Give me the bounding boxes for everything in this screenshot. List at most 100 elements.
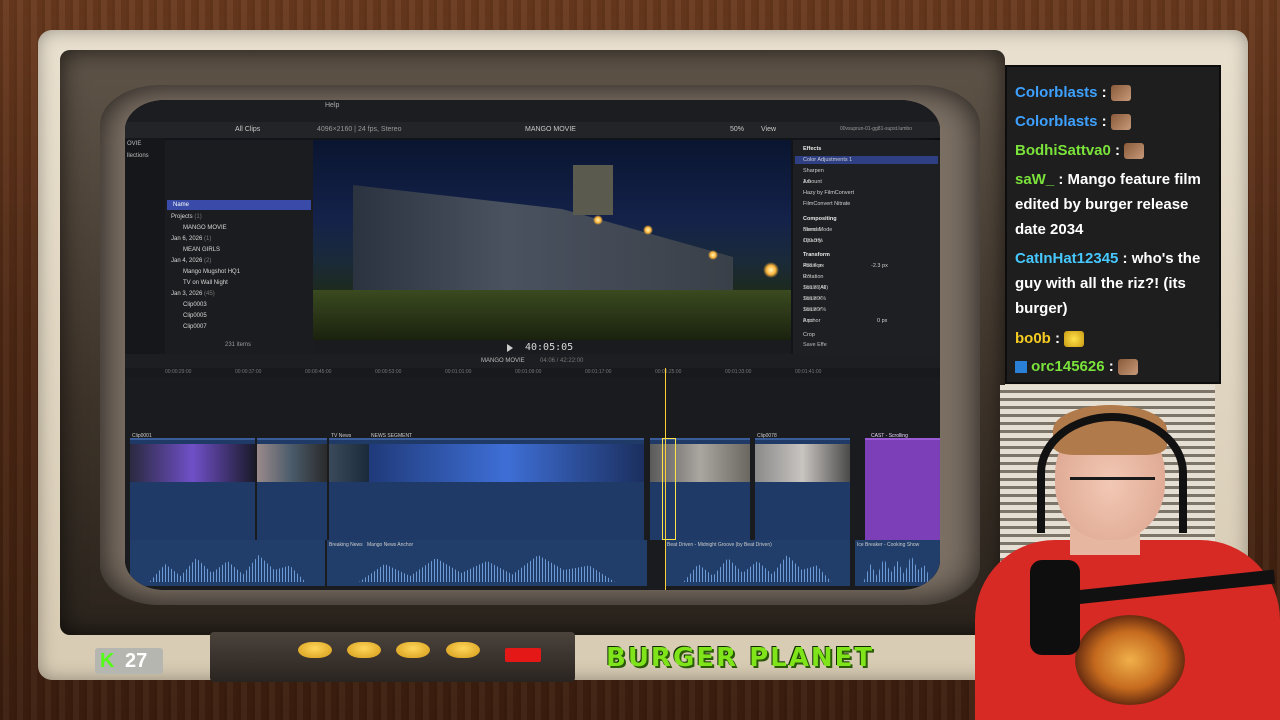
crop-header: Crop: [803, 332, 815, 338]
browser-row[interactable]: TV on Wall Night: [183, 280, 228, 286]
scale-all-value[interactable]: 160.39 %: [803, 285, 936, 291]
menu-help[interactable]: Help: [325, 102, 339, 109]
scale-y-value[interactable]: 160.39 %: [803, 307, 936, 313]
chat-username: BodhiSattva0: [1015, 142, 1111, 159]
timeline-clip[interactable]: NEWS SEGMENT: [369, 433, 644, 540]
emote-icon: [1064, 331, 1085, 348]
opacity-value[interactable]: 100.0 %: [803, 238, 936, 244]
editor-toolbar: All Clips 4096×2160 | 24 fps, Stereo MAN…: [125, 122, 940, 138]
audio-clip[interactable]: Ice Breaker - Cooking Show: [855, 540, 940, 586]
ruler-tick: 00:01:33:00: [725, 369, 752, 375]
compositing-header: Compositing: [803, 216, 837, 222]
shirt-burger-graphic: [1075, 615, 1185, 705]
chat-username: CatInHat12345: [1015, 250, 1119, 267]
library-filter[interactable]: All Clips: [235, 126, 260, 133]
ruler-tick: 00:01:41:00: [795, 369, 822, 375]
effects-header: Effects: [803, 146, 822, 152]
burger-planet-title: BURGER PLANET: [606, 643, 875, 673]
browser-row[interactable]: Jan 4, 2026 (2): [171, 258, 211, 264]
ruler-tick: 00:00:29:00: [165, 369, 192, 375]
timeline-clip[interactable]: TV News: [329, 433, 369, 540]
emote-icon: [1124, 143, 1145, 160]
wall-light: [643, 225, 653, 235]
timeline-clip[interactable]: CAST - Scrolling: [865, 433, 940, 540]
chat-username: bo0b: [1015, 330, 1051, 347]
browser-row[interactable]: Clip0007: [183, 324, 207, 330]
amount-value[interactable]: 1.0: [803, 179, 936, 185]
kick-logo-icon: K: [100, 650, 115, 672]
menu-bar: Help: [125, 100, 940, 122]
inspector-file: 00vsuprun-01-gg81-supst.lumbo: [840, 126, 912, 132]
effect-sharpen[interactable]: Sharpen: [803, 168, 824, 174]
chat-username: orc145626: [1031, 358, 1105, 375]
chat-message: BodhiSattva0 :: [1015, 138, 1215, 163]
prison-wall: [353, 185, 733, 305]
guard-tower: [573, 165, 613, 215]
blend-mode-select[interactable]: Normal: [803, 227, 936, 233]
chat-panel: Colorblasts : Colorblasts : BodhiSattva0…: [1005, 65, 1221, 384]
timecode-display: 40:05:05: [525, 342, 574, 353]
ground: [313, 290, 791, 340]
audio-clip[interactable]: Beat Driven - Midnight Groove (by Beat D…: [665, 540, 850, 586]
browser-row[interactable]: Jan 3, 2026 (45): [171, 291, 215, 297]
position-y[interactable]: 488.4 px: [803, 263, 936, 269]
timeline-duration: 04:06 / 42:22:00: [540, 358, 584, 364]
transform-header: Transform: [803, 252, 830, 258]
video-viewer[interactable]: [313, 140, 791, 340]
timeline[interactable]: Clip0001 TV News NEWS SEGMENT Clip0078 C…: [125, 378, 940, 590]
timeline-toolbar: MANGO MOVIE 04:06 / 42:22:00: [125, 354, 940, 368]
timeline-clip[interactable]: Clip0078: [755, 433, 850, 540]
emote-icon: [1117, 359, 1138, 376]
ruler-tick: 00:01:01:00: [445, 369, 472, 375]
sidebar-item-collections[interactable]: llections: [125, 150, 165, 162]
wall-light: [708, 250, 718, 260]
deck-knob: [446, 642, 480, 658]
chat-message: Colorblasts :: [1015, 109, 1215, 134]
view-menu[interactable]: View: [761, 126, 776, 133]
effect-hazy[interactable]: Hazy by FilmConvert: [803, 190, 854, 196]
timeline-clip[interactable]: [257, 438, 327, 540]
project-title: MANGO MOVIE: [525, 126, 576, 133]
browser-item-count: 231 items: [225, 342, 252, 348]
emote-icon: [1110, 85, 1131, 102]
browser-row[interactable]: MANGO MOVIE: [183, 225, 227, 231]
zoom-menu[interactable]: 50%: [730, 126, 744, 133]
browser-row[interactable]: Mango Mugshot HQ1: [183, 269, 240, 275]
webcam-feed: [975, 395, 1280, 720]
browser-row[interactable]: Clip0003: [183, 302, 207, 308]
effect-color-adjustments[interactable]: Color Adjustments 1: [803, 157, 852, 163]
sidebar-item-movie[interactable]: OVIE: [125, 138, 165, 150]
scale-x-value[interactable]: 160.39 %: [803, 296, 936, 302]
audio-clip[interactable]: Breaking News Mango News Anchor: [327, 540, 647, 586]
play-icon[interactable]: [507, 344, 513, 352]
save-effects-button[interactable]: Save Effe: [803, 342, 936, 348]
chat-username: Colorblasts: [1015, 84, 1098, 101]
audio-clip[interactable]: [130, 540, 325, 586]
rotation-value[interactable]: 0 °: [803, 274, 936, 280]
anchor-y[interactable]: 0 px: [803, 318, 936, 324]
emote-icon: [1110, 114, 1131, 131]
library-sidebar: OVIE llections: [125, 138, 165, 354]
timeline-ruler[interactable]: 00:00:29:00 00:00:37:00 00:00:45:00 00:0…: [125, 368, 940, 378]
chat-message: CatInHat12345 : who's the guy with all t…: [1015, 250, 1201, 317]
browser-row[interactable]: Projects (1): [171, 214, 202, 220]
headset-icon: [1037, 413, 1187, 533]
browser-row[interactable]: Clip0005: [183, 313, 207, 319]
ruler-tick: 00:01:25:00: [655, 369, 682, 375]
effect-filmconvert[interactable]: FilmConvert Nitrate: [803, 201, 850, 207]
ruler-tick: 00:01:09:00: [515, 369, 542, 375]
browser-row[interactable]: Jan 6, 2026 (1): [171, 236, 211, 242]
browser-row[interactable]: MEAN GIRLS: [183, 247, 220, 253]
deck-knob: [298, 642, 332, 658]
timeline-clip[interactable]: Clip0001: [130, 433, 255, 540]
deck-record-button: [505, 648, 541, 662]
badge-icon: [1015, 361, 1027, 374]
timeline-project-label[interactable]: MANGO MOVIE: [481, 358, 525, 364]
browser-column-header[interactable]: Name: [167, 200, 311, 210]
selected-clip-outline: [662, 438, 676, 540]
chat-message: orc145626 :: [1015, 354, 1215, 379]
event-browser: Name Projects (1) MANGO MOVIE Jan 6, 202…: [165, 140, 313, 354]
microphone-icon: [1030, 560, 1080, 655]
inspector-panel: Effects Color Adjustments 1 Sharpen Amou…: [793, 140, 940, 354]
chat-username: saW_: [1015, 171, 1055, 188]
